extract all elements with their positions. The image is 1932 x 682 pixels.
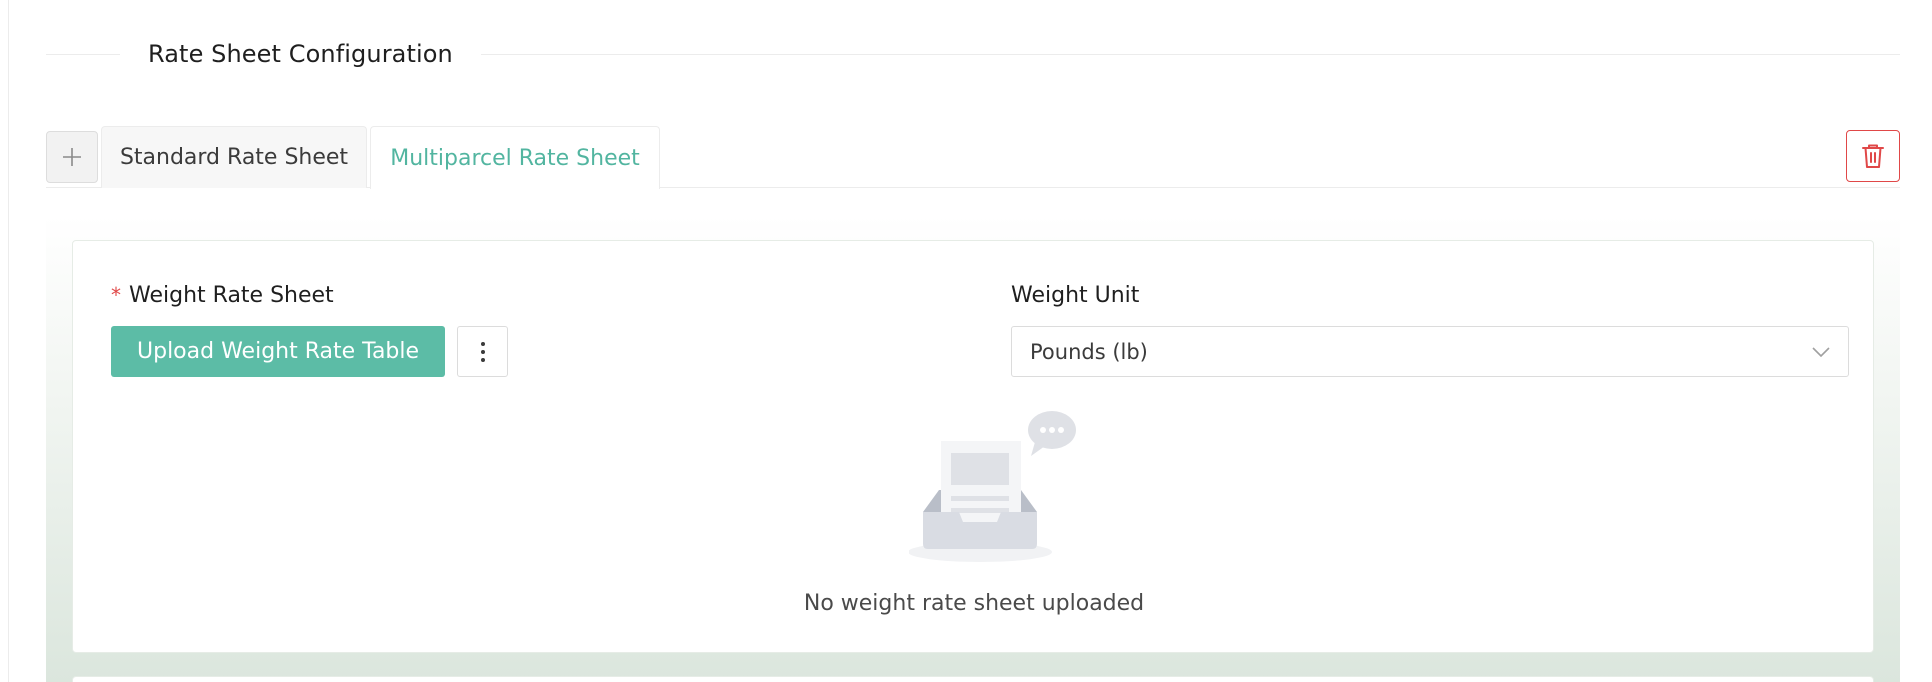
weight-rate-sheet-label: * Weight Rate Sheet [111, 283, 508, 308]
chevron-down-icon [1812, 346, 1830, 357]
weight-rate-sheet-field: * Weight Rate Sheet Upload Weight Rate T… [111, 283, 509, 377]
weight-unit-value: Pounds (lb) [1030, 339, 1148, 364]
upload-weight-rate-table-button[interactable]: Upload Weight Rate Table [111, 326, 446, 377]
left-border [8, 0, 9, 682]
weight-rate-sheet-label-text: Weight Rate Sheet [129, 283, 334, 308]
delete-button[interactable] [1846, 130, 1900, 182]
more-vertical-icon [480, 341, 485, 362]
divider-right [480, 53, 1900, 55]
tab-multiparcel-rate-sheet[interactable]: Multiparcel Rate Sheet [370, 126, 660, 189]
page: Rate Sheet Configuration Standard Rate S… [0, 0, 1932, 682]
rate-sheet-panel: * Weight Rate Sheet Upload Weight Rate T… [46, 216, 1900, 682]
tab-standard-rate-sheet[interactable]: Standard Rate Sheet [101, 126, 367, 188]
next-card-edge [72, 676, 1874, 682]
required-mark: * [111, 283, 121, 307]
weight-unit-field: Weight Unit Pounds (lb) [1011, 283, 1849, 377]
section-header: Rate Sheet Configuration [46, 30, 1900, 78]
tabs-bar: Standard Rate Sheet Multiparcel Rate She… [46, 126, 1900, 189]
trash-icon [1862, 144, 1884, 168]
empty-state-message: No weight rate sheet uploaded [803, 591, 1145, 616]
empty-inbox-icon [909, 411, 1076, 562]
divider-left [46, 53, 120, 55]
section-title: Rate Sheet Configuration [148, 40, 453, 68]
weight-unit-label: Weight Unit [1011, 283, 1140, 308]
weight-unit-select[interactable]: Pounds (lb) [1011, 326, 1849, 377]
add-tab-button[interactable] [46, 131, 98, 183]
plus-icon [63, 148, 81, 166]
weight-rate-card: * Weight Rate Sheet Upload Weight Rate T… [72, 240, 1874, 653]
more-options-button[interactable] [457, 326, 509, 377]
upload-row: Upload Weight Rate Table [111, 326, 509, 377]
